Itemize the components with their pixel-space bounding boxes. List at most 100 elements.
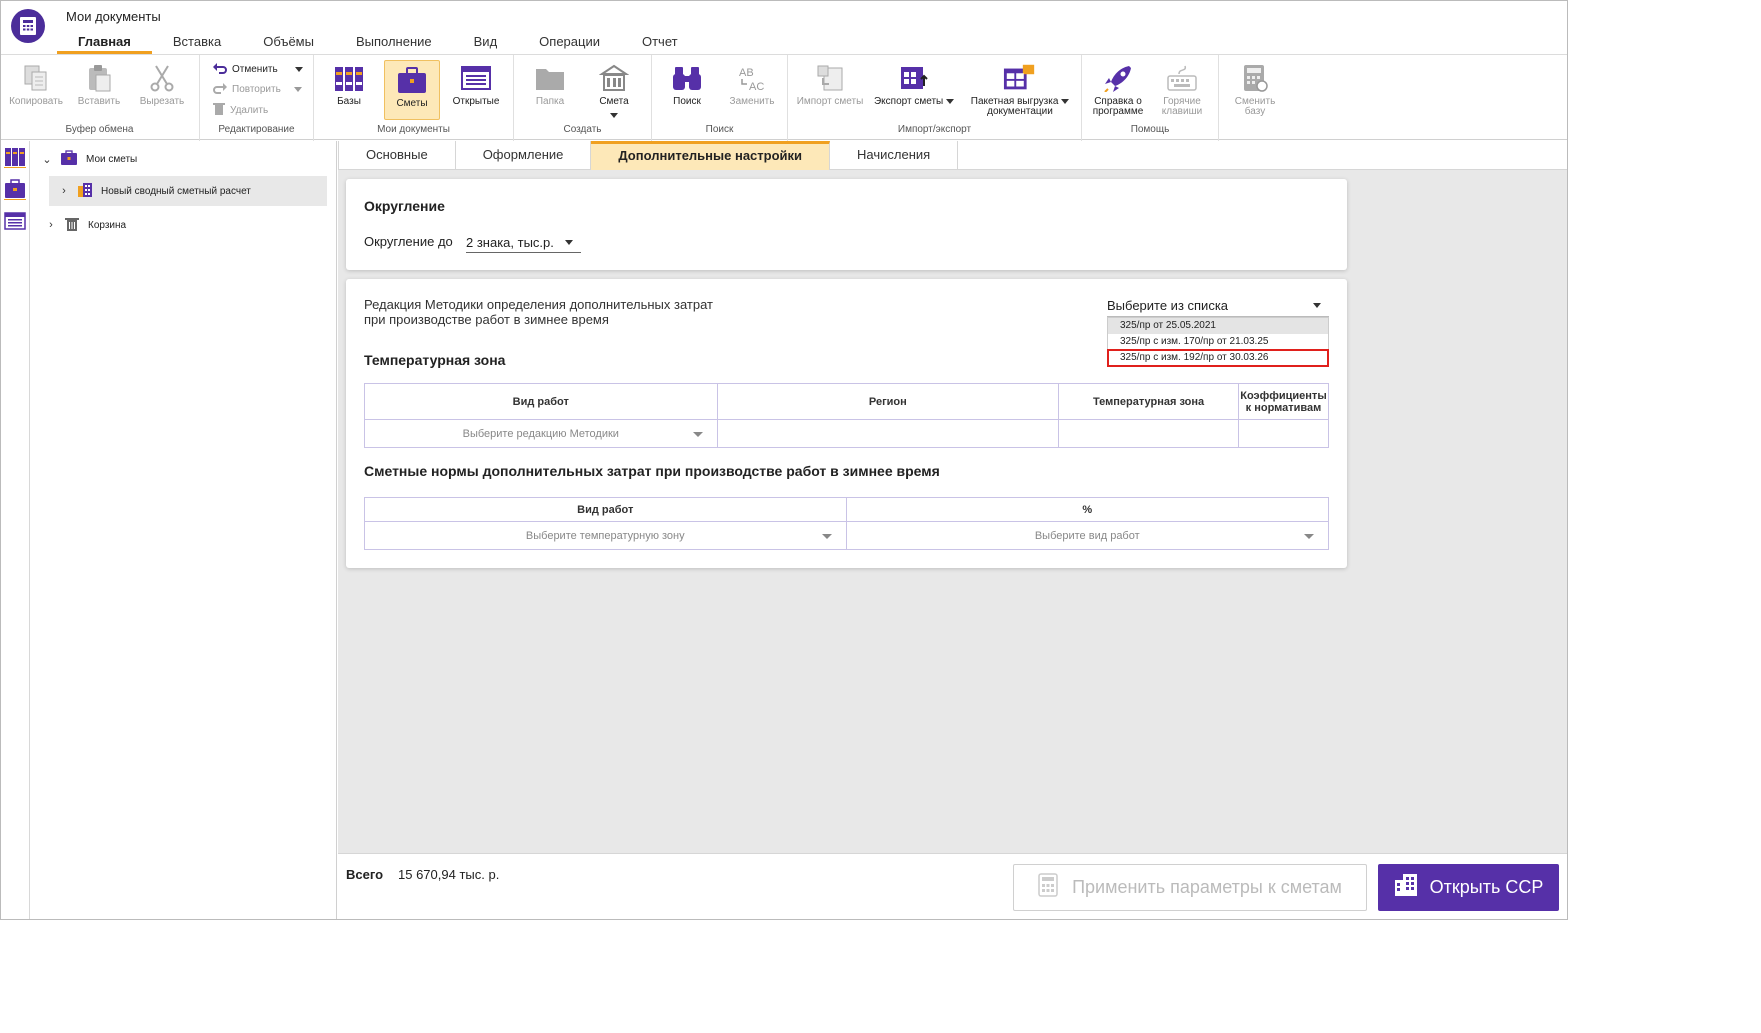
undo-button[interactable]: Отменить [213,62,303,77]
ribbon-group-label-help: Помощь [1130,124,1170,135]
chevron-down-icon[interactable]: ⌄ [42,153,52,166]
folder-icon [533,61,567,95]
apply-params-button[interactable]: Применить параметры к сметам [1013,864,1367,911]
work-type-select[interactable]: Выберите редакцию Методики [364,419,718,448]
rounding-select[interactable]: 2 знака, тыс.р. [466,232,581,253]
chevron-down-icon [565,239,573,245]
left-icon-rail [0,141,30,920]
temp-zone-cell[interactable] [1058,419,1239,448]
import-estimate-button[interactable]: Импорт сметы [794,61,866,107]
open-ssr-button[interactable]: Открыть ССР [1378,864,1559,911]
scissors-icon [145,61,179,95]
briefcase-icon [395,63,429,97]
dropdown-option[interactable]: 325/пр с изм. 170/пр от 21.03.25 [1108,334,1328,350]
chevron-down-icon [1304,533,1314,539]
table-row: Выберите температурную зону Выберите вид… [364,521,1330,550]
hotkeys-button[interactable]: Горячие клавиши [1154,61,1210,117]
ribbon-group-label-search: Поиск [705,124,734,135]
temp-zone-select[interactable]: Выберите температурную зону [364,521,847,550]
chevron-right-icon[interactable]: › [46,219,56,231]
work-type-percent-select[interactable]: Выберите вид работ [845,521,1330,550]
main-content: Основные Оформление Дополнительные настр… [338,141,1568,853]
switch-base-button[interactable]: Сменить базу [1229,61,1281,117]
col-header-percent: % [845,497,1330,522]
building-icon [77,182,93,201]
menu-tab-volumes[interactable]: Объёмы [242,32,335,54]
paste-icon [82,61,116,95]
cut-button[interactable]: Вырезать [134,61,190,107]
rail-estimates-icon[interactable] [2,176,28,202]
menu-tab-operations[interactable]: Операции [518,32,621,54]
tab-design[interactable]: Оформление [456,141,592,170]
norms-table: Вид работ % Выберите температурную зону … [364,497,1330,550]
tree-node-trash[interactable]: › Корзина [46,210,296,240]
building-icon [597,61,631,95]
export-estimate-button[interactable]: Экспорт сметы [872,61,956,107]
open-docs-button[interactable]: Открытые [448,61,504,107]
ribbon-group-label-my-documents: Мои документы [377,124,450,135]
ribbon-group-create: Папка Смета Создать [514,55,652,141]
import-icon [813,61,847,95]
trash-icon [64,216,80,235]
dropdown-option-highlighted[interactable]: 325/пр с изм. 192/пр от 30.03.26 [1107,349,1329,367]
col-header-temp-zone: Температурная зона [1058,383,1239,420]
settings-tabs: Основные Оформление Дополнительные настр… [338,141,1568,170]
paste-button[interactable]: Вставить [72,61,126,107]
rail-bases-icon[interactable] [2,144,28,170]
total-value: 15 670,94 тыс. р. [398,867,500,882]
col-header-region: Регион [716,383,1060,420]
footer-bar: Всего 15 670,94 тыс. р. Применить параме… [338,853,1568,920]
chevron-down-icon [610,113,618,118]
ribbon-group-my-documents: Базы Сметы Открытые Мои документы [314,55,514,141]
menu-tab-execution[interactable]: Выполнение [335,32,453,54]
temp-zone-title: Температурная зона [364,352,506,368]
tab-main[interactable]: Основные [338,141,456,170]
tree-node-summary-estimate[interactable]: › Новый сводный сметный расчет [49,176,327,206]
menu-tab-view[interactable]: Вид [453,32,519,54]
menu-tab-home[interactable]: Главная [57,32,152,54]
col-header-work-type: Вид работ [364,497,847,522]
menu-tab-insert[interactable]: Вставка [152,32,242,54]
ribbon-group-label-create: Создать [563,124,602,135]
ribbon: Копировать Вставить Вырезать Буфер обмен… [0,54,1568,141]
redo-button[interactable]: Повторить [213,82,302,97]
col-header-coefficients: Коэффициенты к нормативам [1237,383,1330,420]
ribbon-group-help: Справка о программе Горячие клавиши Помо… [1082,55,1219,141]
copy-icon [19,61,53,95]
tab-charges[interactable]: Начисления [830,141,959,170]
calculator-icon [1238,61,1272,95]
redo-icon [213,82,227,97]
replace-button[interactable]: AB AC Заменить [724,61,780,107]
binoculars-icon [670,61,704,95]
svg-text:AC: AC [749,81,764,92]
methodology-select[interactable]: Выберите из списка [1107,295,1329,317]
chevron-right-icon[interactable]: › [59,185,69,197]
briefcase-icon [60,149,78,169]
methodology-dropdown-list: 325/пр от 25.05.2021 325/пр с изм. 170/п… [1107,317,1329,367]
tree-node-my-estimates[interactable]: ⌄ Мои сметы [42,144,322,174]
tab-additional-settings[interactable]: Дополнительные настройки [591,141,831,170]
replace-icon: AB AC [735,61,769,95]
copy-button[interactable]: Копировать [6,61,66,107]
app-title: Мои документы [66,9,161,24]
coefficients-cell[interactable] [1237,419,1330,448]
ribbon-group-import-export: Импорт сметы Экспорт сметы Пакетная выгр… [788,55,1082,141]
batch-export-button[interactable]: Пакетная выгрузка документации [968,61,1072,117]
search-button[interactable]: Поиск [662,61,712,107]
ribbon-group-label-clipboard: Буфер обмена [65,124,134,135]
rail-open-docs-icon[interactable] [2,208,28,234]
new-estimate-button[interactable]: Смета [586,61,642,121]
dropdown-option[interactable]: 325/пр от 25.05.2021 [1108,318,1328,334]
delete-button[interactable]: Удалить [213,102,268,118]
folder-button[interactable]: Папка [524,61,576,107]
batch-export-icon [1003,61,1037,95]
app-logo[interactable] [11,9,45,43]
region-cell[interactable] [716,419,1060,448]
menu-tab-report[interactable]: Отчет [621,32,699,54]
chevron-down-icon [946,99,954,104]
rounding-label: Округление до [364,234,453,249]
about-button[interactable]: Справка о программе [1088,61,1148,117]
estimates-button[interactable]: Сметы [384,60,440,120]
books-icon [332,61,366,95]
bases-button[interactable]: Базы [322,61,376,107]
